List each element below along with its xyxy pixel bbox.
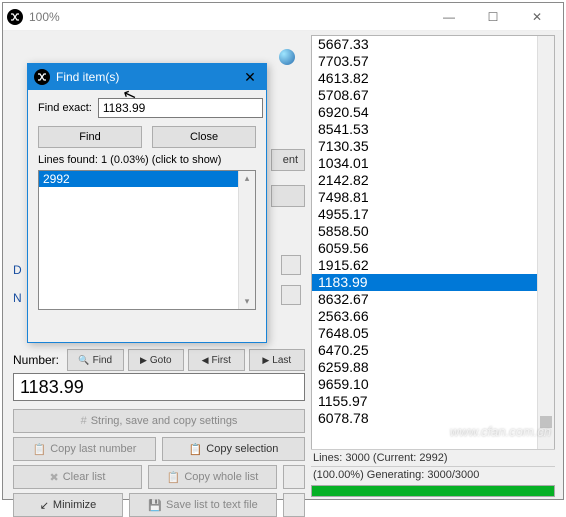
copy-icon: 📋 bbox=[33, 443, 47, 456]
status-lines: Lines: 3000 (Current: 2992) bbox=[311, 449, 555, 466]
partial-square-2[interactable] bbox=[281, 285, 301, 305]
progress-bar bbox=[311, 485, 555, 497]
list-item[interactable]: 1915.62 bbox=[312, 257, 554, 274]
dialog-results-list[interactable]: 2992 ▴▾ bbox=[38, 170, 256, 310]
goto-icon: ▶ bbox=[140, 355, 147, 366]
dialog-scrollbar[interactable]: ▴▾ bbox=[238, 171, 255, 309]
list-item[interactable]: 6259.88 bbox=[312, 359, 554, 376]
clear-list-button[interactable]: ✖Clear list bbox=[13, 465, 142, 489]
close-button[interactable]: ✕ bbox=[515, 3, 559, 31]
list-item[interactable]: 5708.67 bbox=[312, 87, 554, 104]
window-title: 100% bbox=[29, 10, 427, 24]
list-item[interactable]: 9659.10 bbox=[312, 376, 554, 393]
partial-square-1[interactable] bbox=[281, 255, 301, 275]
partial-button[interactable] bbox=[271, 185, 305, 207]
list-item[interactable]: 8632.67 bbox=[312, 291, 554, 308]
status-generating: (100.00%) Generating: 3000/3000 bbox=[311, 466, 555, 483]
list-item[interactable]: 4955.17 bbox=[312, 206, 554, 223]
list-item[interactable]: 1183.99 bbox=[312, 274, 554, 291]
list-item[interactable]: 7498.81 bbox=[312, 189, 554, 206]
minimize-icon: — bbox=[443, 10, 455, 24]
dialog-find-button[interactable]: Find bbox=[38, 126, 142, 148]
main-window: 100% — ☐ ✕ ent D N Number: 🔍Find ▶Goto ◀… bbox=[2, 2, 564, 500]
list-item[interactable]: 4613.82 bbox=[312, 70, 554, 87]
titlebar: 100% — ☐ ✕ bbox=[3, 3, 563, 31]
list-item[interactable]: 6059.56 bbox=[312, 240, 554, 257]
list-item[interactable]: 8541.53 bbox=[312, 121, 554, 138]
globe-icon[interactable] bbox=[279, 49, 295, 65]
number-toolbar: Number: 🔍Find ▶Goto ◀First ▶Last bbox=[13, 349, 305, 371]
search-icon: 🔍 bbox=[78, 355, 89, 366]
window-body: ent D N Number: 🔍Find ▶Goto ◀First ▶Last… bbox=[3, 31, 563, 499]
label-n: N bbox=[13, 291, 22, 305]
list-item[interactable]: 7703.57 bbox=[312, 53, 554, 70]
copy-selection-button[interactable]: 📋Copy selection bbox=[162, 437, 305, 461]
hash-icon: # bbox=[81, 415, 87, 427]
extra-square-2[interactable] bbox=[283, 493, 305, 517]
find-exact-label: Find exact: bbox=[38, 102, 92, 114]
list-item[interactable]: 2142.82 bbox=[312, 172, 554, 189]
dialog-close-button[interactable]: ✕ bbox=[240, 69, 260, 86]
dialog-titlebar[interactable]: Find item(s) ✕ bbox=[28, 64, 266, 90]
maximize-button[interactable]: ☐ bbox=[471, 3, 515, 31]
goto-button[interactable]: ▶Goto bbox=[128, 349, 185, 371]
minimize-app-icon: ↙ bbox=[40, 499, 49, 512]
list-item[interactable]: 7130.35 bbox=[312, 138, 554, 155]
number-input[interactable] bbox=[13, 373, 305, 401]
string-settings-button[interactable]: #String, save and copy settings bbox=[13, 409, 305, 433]
dialog-close-btn[interactable]: Close bbox=[152, 126, 256, 148]
extra-square-1[interactable] bbox=[283, 465, 305, 489]
minimize-button[interactable]: — bbox=[427, 3, 471, 31]
number-list[interactable]: 5667.337703.574613.825708.676920.548541.… bbox=[311, 35, 555, 453]
status-area: Lines: 3000 (Current: 2992) (100.00%) Ge… bbox=[311, 449, 555, 497]
window-controls: — ☐ ✕ bbox=[427, 3, 559, 31]
chevron-down-icon: ▾ bbox=[245, 296, 250, 307]
list-item[interactable]: 6078.78 bbox=[312, 410, 554, 427]
find-exact-input[interactable] bbox=[98, 98, 263, 118]
last-icon: ▶ bbox=[262, 355, 269, 366]
number-label: Number: bbox=[13, 353, 59, 367]
scrollbar[interactable] bbox=[537, 36, 554, 452]
copy-icon: 📋 bbox=[167, 471, 181, 484]
last-button[interactable]: ▶Last bbox=[249, 349, 306, 371]
list-item[interactable]: 6470.25 bbox=[312, 342, 554, 359]
first-icon: ◀ bbox=[202, 355, 209, 366]
scrollbar-thumb[interactable] bbox=[540, 416, 552, 428]
list-item[interactable]: 1155.97 bbox=[312, 393, 554, 410]
dialog-body: Find exact: Find Close Lines found: 1 (0… bbox=[28, 90, 266, 318]
list-item[interactable]: 5667.33 bbox=[312, 36, 554, 53]
dialog-title: Find item(s) bbox=[56, 70, 240, 84]
maximize-icon: ☐ bbox=[488, 10, 499, 24]
save-list-button[interactable]: 💾Save list to text file bbox=[129, 493, 277, 517]
list-item[interactable]: 7648.05 bbox=[312, 325, 554, 342]
copy-whole-button[interactable]: 📋Copy whole list bbox=[148, 465, 277, 489]
find-dialog: Find item(s) ✕ Find exact: Find Close Li… bbox=[27, 63, 267, 343]
result-item[interactable]: 2992 bbox=[39, 171, 255, 187]
copy-icon: 📋 bbox=[189, 443, 203, 456]
first-button[interactable]: ◀First bbox=[188, 349, 245, 371]
dialog-status: Lines found: 1 (0.03%) (click to show) bbox=[38, 154, 256, 166]
list-item[interactable]: 6920.54 bbox=[312, 104, 554, 121]
shuffle-icon bbox=[7, 9, 23, 25]
save-icon: 💾 bbox=[148, 499, 162, 512]
label-d: D bbox=[13, 263, 22, 277]
chevron-up-icon: ▴ bbox=[245, 173, 250, 184]
copy-last-button[interactable]: 📋Copy last number bbox=[13, 437, 156, 461]
list-item[interactable]: 2563.66 bbox=[312, 308, 554, 325]
list-item[interactable]: 1034.01 bbox=[312, 155, 554, 172]
clear-icon: ✖ bbox=[49, 471, 58, 484]
list-item[interactable]: 5858.50 bbox=[312, 223, 554, 240]
partial-button-ent[interactable]: ent bbox=[271, 149, 305, 171]
minimize-app-button[interactable]: ↙Minimize bbox=[13, 493, 123, 517]
close-icon: ✕ bbox=[532, 10, 542, 24]
shuffle-icon bbox=[34, 69, 50, 85]
find-button[interactable]: 🔍Find bbox=[67, 349, 124, 371]
